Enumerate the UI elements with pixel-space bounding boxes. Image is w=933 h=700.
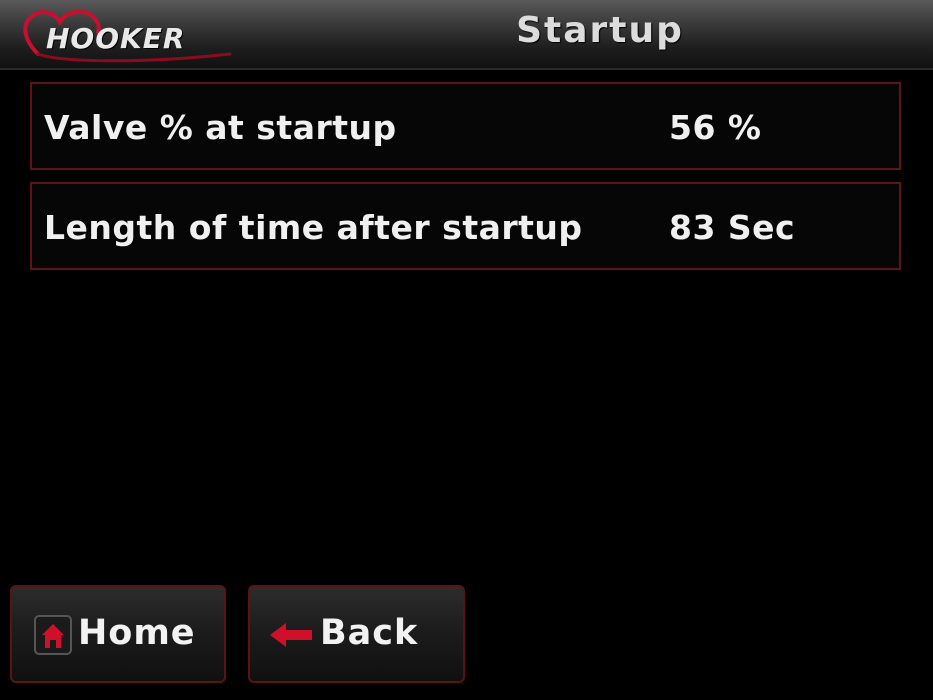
setting-value: 83 Sec — [669, 208, 796, 247]
home-button-label: Home — [78, 613, 196, 653]
header-bar: HOOKER Startup — [0, 0, 933, 70]
setting-value: 56 % — [669, 108, 762, 147]
setting-row-valve-percent[interactable]: Valve % at startup 56 % — [30, 82, 901, 170]
back-button[interactable]: Back — [248, 585, 465, 683]
home-button[interactable]: Home — [10, 585, 226, 683]
arrow-left-icon — [268, 621, 314, 653]
page-title: Startup — [516, 10, 684, 51]
setting-label: Length of time after startup — [44, 208, 583, 247]
home-icon — [34, 615, 72, 659]
back-button-label: Back — [320, 613, 419, 653]
setting-row-time-after-startup[interactable]: Length of time after startup 83 Sec — [30, 182, 901, 270]
setting-label: Valve % at startup — [44, 108, 397, 147]
brand-name: HOOKER — [46, 22, 186, 55]
brand-logo: HOOKER — [20, 4, 250, 64]
